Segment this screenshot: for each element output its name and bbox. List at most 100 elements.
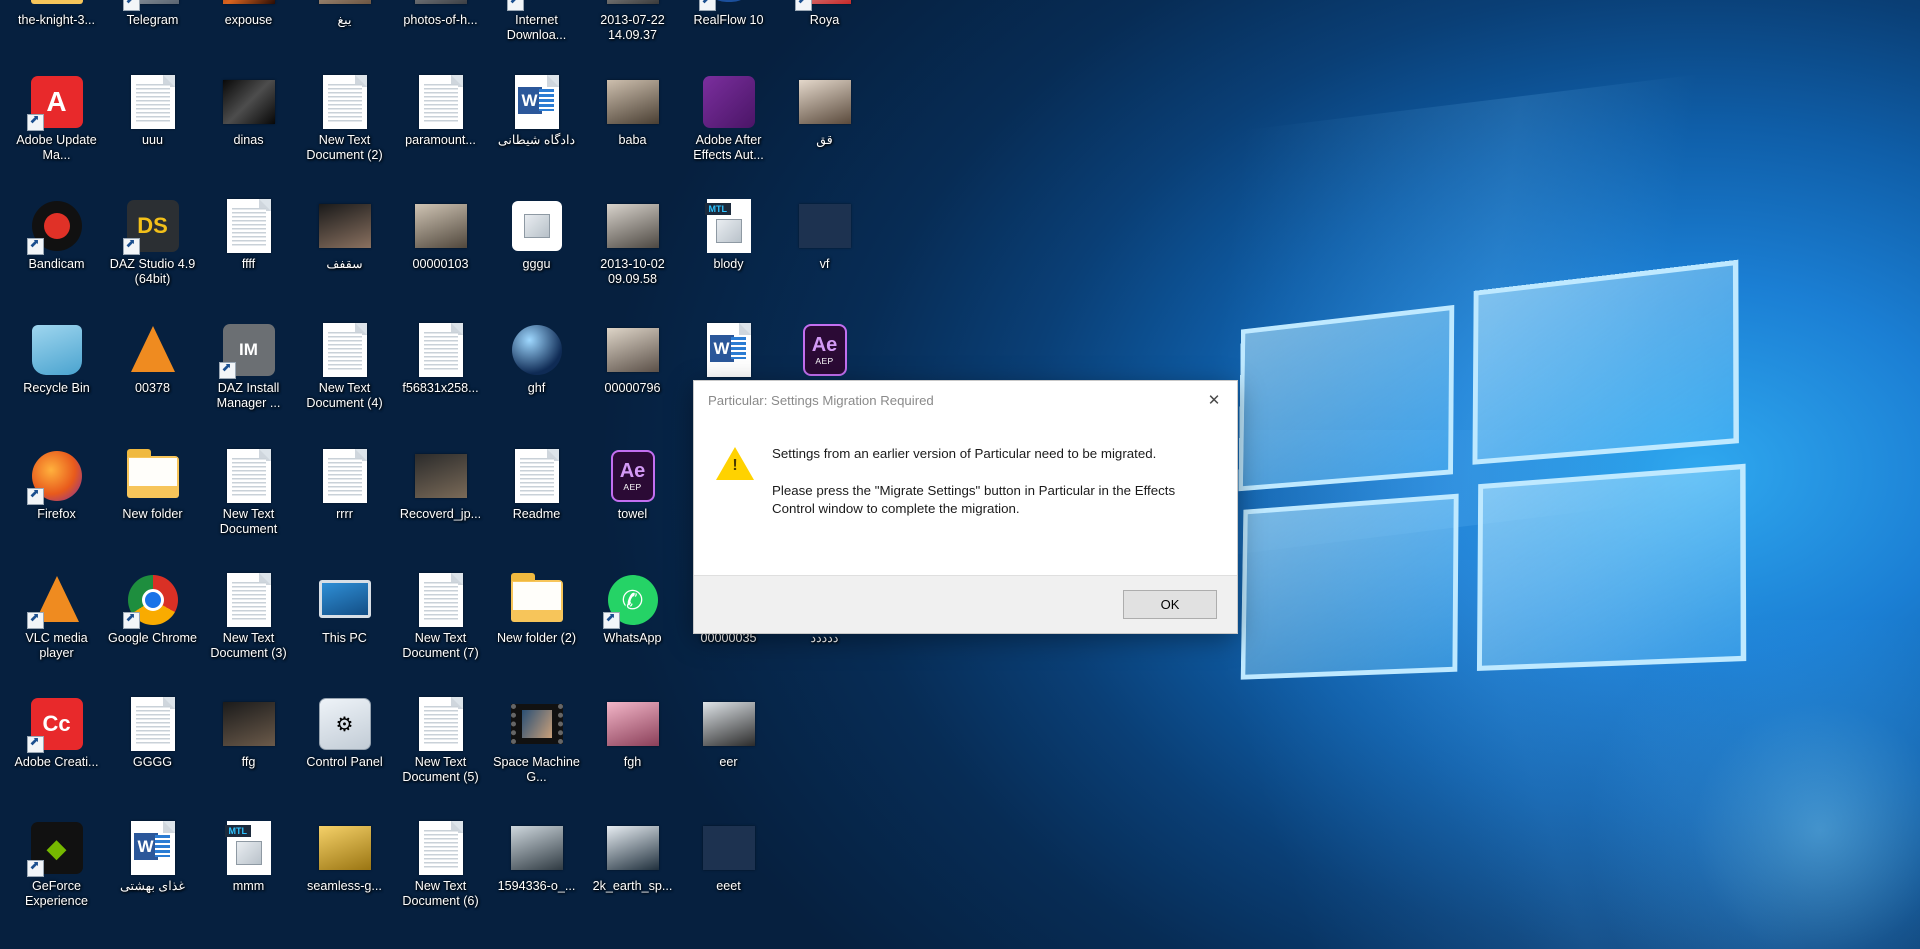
desktop-icon[interactable]: expouse bbox=[200, 0, 297, 28]
desktop-icon[interactable]: rrrr bbox=[296, 448, 393, 522]
desktop-icon[interactable]: Readme bbox=[488, 448, 585, 522]
desktop-icon-label: RealFlow 10 bbox=[680, 13, 777, 28]
desktop-icon-art bbox=[221, 74, 277, 130]
desktop-icon[interactable]: fgh bbox=[584, 696, 681, 770]
desktop-icon[interactable]: New Text Document bbox=[200, 448, 297, 536]
ok-button[interactable]: OK bbox=[1123, 590, 1217, 619]
desktop-icon[interactable]: 2013-07-22 14.09.37 bbox=[584, 0, 681, 42]
desktop-icon[interactable]: ghf bbox=[488, 322, 585, 396]
control-panel-icon: ⚙ bbox=[319, 698, 371, 750]
desktop-icon[interactable]: Firefox bbox=[8, 448, 105, 522]
desktop-icon[interactable]: VLC media player bbox=[8, 572, 105, 660]
desktop-icon[interactable]: W دادگاه شیطانی bbox=[488, 74, 585, 148]
desktop-icon[interactable]: Internet Downloa... bbox=[488, 0, 585, 42]
desktop-icon[interactable]: Roya bbox=[776, 0, 873, 28]
desktop-icon[interactable]: eer bbox=[680, 696, 777, 770]
desktop-icon[interactable]: 2k_earth_sp... bbox=[584, 820, 681, 894]
desktop-icon-art bbox=[605, 696, 661, 752]
desktop-icon[interactable]: Ae AEP bbox=[776, 322, 873, 381]
desktop-icon[interactable]: MTL blody bbox=[680, 198, 777, 272]
desktop-icon[interactable]: DSDAZ Studio 4.9 (64bit) bbox=[104, 198, 201, 286]
desktop-icon[interactable]: dinas bbox=[200, 74, 297, 148]
desktop-icon-art bbox=[797, 198, 853, 254]
desktop-icon[interactable]: GGGG bbox=[104, 696, 201, 770]
desktop-icon[interactable]: W غذای بهشتی bbox=[104, 820, 201, 894]
desktop-icon[interactable]: Space Machine G... bbox=[488, 696, 585, 784]
desktop-icon[interactable]: New Text Document (6) bbox=[392, 820, 489, 908]
desktop-icon-art: AeAEP bbox=[605, 448, 661, 504]
desktop-icon[interactable]: uuu bbox=[104, 74, 201, 148]
shortcut-arrow-icon bbox=[603, 612, 620, 629]
desktop-icon-label: New Text Document bbox=[200, 507, 297, 536]
desktop-icon[interactable]: 1594336-o_... bbox=[488, 820, 585, 894]
desktop-icon[interactable]: Google Chrome bbox=[104, 572, 201, 646]
desktop-icon-label: 00000035 bbox=[680, 631, 777, 646]
desktop-icon-art: W bbox=[701, 322, 757, 378]
settings-migration-dialog[interactable]: Particular: Settings Migration Required … bbox=[694, 381, 1237, 633]
desktop-icon[interactable]: 00000796 bbox=[584, 322, 681, 396]
desktop-icon-label: Adobe Update Ma... bbox=[8, 133, 105, 162]
desktop-icon[interactable]: Bandicam bbox=[8, 198, 105, 272]
desktop-icon[interactable]: ◆GeForce Experience bbox=[8, 820, 105, 908]
desktop-icon-label: uuu bbox=[104, 133, 201, 148]
shortcut-arrow-icon bbox=[123, 238, 140, 255]
desktop-icon[interactable]: MTL mmm bbox=[200, 820, 297, 894]
desktop-icon-art bbox=[413, 448, 469, 504]
desktop-icon-art bbox=[413, 74, 469, 130]
desktop-icon[interactable]: 00000103 bbox=[392, 198, 489, 272]
desktop-icon-art bbox=[413, 572, 469, 628]
vlc-icon bbox=[131, 326, 175, 372]
desktop-icon[interactable]: Ae AEP towel bbox=[584, 448, 681, 522]
desktop-icon[interactable]: ffff bbox=[200, 198, 297, 272]
desktop-icon[interactable]: photos-of-h... bbox=[392, 0, 489, 28]
text-document-icon bbox=[323, 323, 367, 377]
desktop-icon[interactable]: Telegram bbox=[104, 0, 201, 28]
desktop-icon[interactable]: vf bbox=[776, 198, 873, 272]
desktop-icon[interactable]: the-knight-3... bbox=[8, 0, 105, 28]
image-thumbnail bbox=[415, 204, 467, 248]
desktop-icon[interactable]: سقفف bbox=[296, 198, 393, 272]
desktop-icon[interactable]: ✆ WhatsApp bbox=[584, 572, 681, 646]
image-thumbnail bbox=[607, 328, 659, 372]
desktop-icon[interactable]: Recoverd_jp... bbox=[392, 448, 489, 522]
desktop-icon[interactable]: يبغ bbox=[296, 0, 393, 28]
desktop-icon[interactable]: New Text Document (5) bbox=[392, 696, 489, 784]
desktop-icon[interactable]: gggu bbox=[488, 198, 585, 272]
desktop-icon[interactable]: 2013-10-02 09.09.58 bbox=[584, 198, 681, 286]
desktop-icon[interactable]: Cc Adobe Creati... bbox=[8, 696, 105, 770]
desktop-icon[interactable]: قق bbox=[776, 74, 873, 148]
desktop-icon-label: New Text Document (7) bbox=[392, 631, 489, 660]
close-icon[interactable]: ✕ bbox=[1191, 385, 1237, 415]
desktop-icon[interactable]: f56831x258... bbox=[392, 322, 489, 396]
desktop-icon[interactable]: A Adobe Update Ma... bbox=[8, 74, 105, 162]
desktop-icon[interactable]: seamless-g... bbox=[296, 820, 393, 894]
desktop-icon-art bbox=[125, 322, 181, 378]
desktop-icon[interactable]: IMDAZ Install Manager ... bbox=[200, 322, 297, 410]
desktop-icon[interactable]: RealFlow 10 bbox=[680, 0, 777, 28]
desktop-icon[interactable]: ⚙ Control Panel bbox=[296, 696, 393, 770]
desktop-icon-label: WhatsApp bbox=[584, 631, 681, 646]
desktop-icon[interactable]: Recycle Bin bbox=[8, 322, 105, 396]
desktop-icon-art bbox=[29, 198, 85, 254]
warning-icon bbox=[716, 445, 762, 565]
desktop[interactable]: the-knight-3... Telegram expouse يبغ photos-… bbox=[0, 0, 1920, 949]
desktop-icon[interactable]: Adobe After Effects Aut... bbox=[680, 74, 777, 162]
desktop-icon-label: Readme bbox=[488, 507, 585, 522]
desktop-icon[interactable]: baba bbox=[584, 74, 681, 148]
desktop-icon[interactable]: New folder (2) bbox=[488, 572, 585, 646]
desktop-icon-label: 2013-07-22 14.09.37 bbox=[584, 13, 681, 42]
desktop-icon[interactable]: New Text Document (4) bbox=[296, 322, 393, 410]
desktop-icon[interactable]: New Text Document (7) bbox=[392, 572, 489, 660]
desktop-icon[interactable]: New folder bbox=[104, 448, 201, 522]
desktop-icon[interactable]: 00378 bbox=[104, 322, 201, 396]
desktop-icon-art bbox=[797, 74, 853, 130]
desktop-icon[interactable]: New Text Document (3) bbox=[200, 572, 297, 660]
desktop-icon[interactable]: This PC bbox=[296, 572, 393, 646]
desktop-icon-label: New Text Document (4) bbox=[296, 381, 393, 410]
desktop-icon[interactable]: New Text Document (2) bbox=[296, 74, 393, 162]
desktop-icon[interactable]: paramount... bbox=[392, 74, 489, 148]
desktop-icon-art: A bbox=[29, 74, 85, 130]
desktop-icon[interactable]: eeet bbox=[680, 820, 777, 894]
desktop-icon[interactable]: ffg bbox=[200, 696, 297, 770]
desktop-icon-art: MTL bbox=[221, 820, 277, 876]
